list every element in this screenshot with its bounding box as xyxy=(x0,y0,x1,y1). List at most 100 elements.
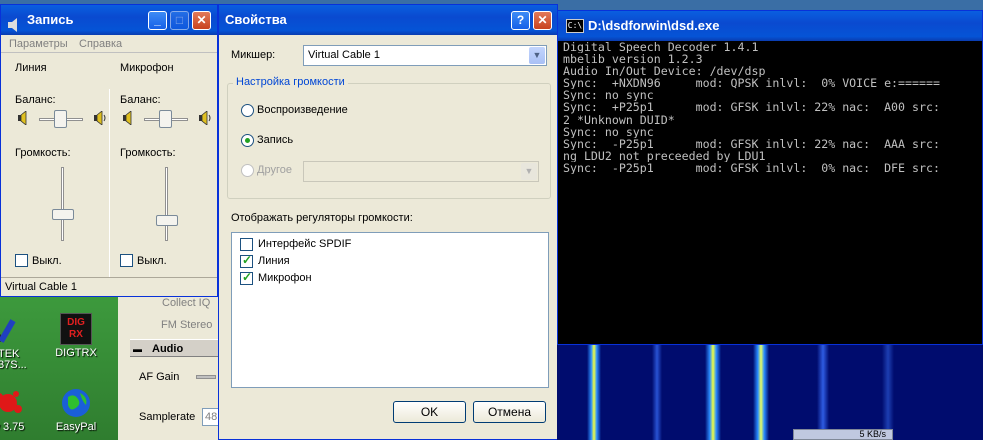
desktop-icon-label: DIGTRX xyxy=(55,347,97,359)
terminal-line: Sync: no sync xyxy=(563,125,654,138)
checkbox-spdif[interactable] xyxy=(240,238,253,251)
mixer-select-value: Virtual Cable 1 xyxy=(308,49,380,61)
signal-trace xyxy=(817,345,829,440)
volume-label: Громкость: xyxy=(120,147,176,159)
properties-title: Свойства xyxy=(225,12,287,27)
digtrx-icon: DIG RX xyxy=(60,313,92,345)
radio-playback[interactable] xyxy=(241,104,254,117)
speaker-left-icon xyxy=(122,110,134,128)
volume-slider-track xyxy=(165,167,168,241)
speaker-right-icon xyxy=(198,110,212,128)
mute-label: Выкл. xyxy=(137,255,167,267)
volume-group-title: Настройка громкости xyxy=(233,76,348,88)
tool-icon xyxy=(0,315,18,347)
volume-slider-track xyxy=(61,167,64,241)
waterfall-display: 5 KB/s xyxy=(557,345,983,440)
checkbox-microphone[interactable] xyxy=(240,270,253,285)
radio-other-label: Другое xyxy=(257,164,292,176)
af-gain-slider[interactable] xyxy=(196,375,216,379)
terminal-line: mbelib version 1.2.3 xyxy=(563,53,703,66)
desktop-icon-label: w 3.75 xyxy=(0,421,25,433)
signal-trace xyxy=(705,345,721,440)
signal-trace xyxy=(753,345,769,440)
globe-icon xyxy=(60,387,92,419)
checkbox-line[interactable] xyxy=(240,253,253,268)
volume-label: Громкость: xyxy=(15,147,71,159)
speaker-right-icon xyxy=(93,110,107,128)
speaker-app-icon xyxy=(7,13,21,32)
desktop-icon-w375[interactable]: w 3.75 xyxy=(0,387,38,433)
terminal-line: Sync: no sync xyxy=(563,89,654,102)
chevron-down-icon: ▼ xyxy=(521,163,537,180)
radio-record-label: Запись xyxy=(257,134,294,146)
audio-section-header[interactable]: ▬ Audio xyxy=(130,339,220,357)
desktop-icon-digtrx[interactable]: DIG RX DIGTRX xyxy=(46,313,106,359)
menu-parameters[interactable]: Параметры xyxy=(9,38,68,50)
sdr-settings-panel: Collect IQ FM Stereo ▬ Audio AF Gain Sam… xyxy=(118,295,220,440)
record-window-title: Запись xyxy=(27,12,74,27)
terminal-line: Sync: +P25p1 mod: GFSK inlvl: 22% nac: A… xyxy=(563,101,940,114)
collapse-icon: ▬ xyxy=(133,344,142,354)
mixer-select[interactable]: Virtual Cable 1 ▼ xyxy=(303,45,547,66)
terminal-line: Digital Speech Decoder 1.4.1 xyxy=(563,41,759,54)
balance-slider-thumb[interactable] xyxy=(54,110,67,128)
cancel-button[interactable]: Отмена xyxy=(473,401,546,423)
list-item-label: Интерфейс SPDIF xyxy=(258,238,352,250)
desktop: TEK 37S... DIG RX DIGTRX w 3.75 EasyPal xyxy=(0,295,120,440)
radio-playback-label: Воспроизведение xyxy=(257,104,348,116)
terminal-line: Sync: +NXDN96 mod: QPSK inlvl: 0% VOICE … xyxy=(563,77,940,90)
terminal-line: ng LDU2 not preceeded by LDU1 xyxy=(563,149,766,162)
list-item-label: Микрофон xyxy=(258,272,312,284)
balance-slider-thumb[interactable] xyxy=(159,110,172,128)
radio-other xyxy=(241,164,254,177)
mixer-label: Микшер: xyxy=(231,49,276,61)
terminal-line: Audio In/Out Device: /dev/dsp xyxy=(563,65,766,78)
balance-label: Баланс: xyxy=(120,94,161,106)
speaker-left-icon xyxy=(17,110,29,128)
properties-dialog: Свойства ? ✕ Микшер: Virtual Cable 1 ▼ Н… xyxy=(218,4,558,440)
menu-bar: Параметры Справка xyxy=(1,35,217,53)
af-gain-label: AF Gain xyxy=(139,371,180,383)
terminal-titlebar[interactable]: C:\ D:\dsdforwin\dsd.exe xyxy=(558,11,982,41)
ok-button[interactable]: OK xyxy=(393,401,466,423)
chevron-down-icon[interactable]: ▼ xyxy=(529,47,545,64)
audio-section-title: Audio xyxy=(152,343,184,355)
close-button[interactable]: ✕ xyxy=(192,11,211,30)
terminal-line: Sync: -P25p1 mod: GFSK inlvl: 22% nac: A… xyxy=(563,137,940,150)
mute-checkbox[interactable] xyxy=(120,254,133,267)
terminal-window: C:\ D:\dsdforwin\dsd.exe Digital Speech … xyxy=(557,10,983,345)
show-controls-label: Отображать регуляторы громкости: xyxy=(231,212,413,224)
samplerate-label: Samplerate xyxy=(139,411,196,423)
terminal-title: D:\dsdforwin\dsd.exe xyxy=(588,18,720,33)
channel-name: Линия xyxy=(15,62,47,74)
minimize-button[interactable]: _ xyxy=(148,11,167,30)
fm-stereo-label[interactable]: FM Stereo xyxy=(161,319,212,331)
rate-label: 5 KB/s xyxy=(859,429,886,439)
radio-record[interactable] xyxy=(241,134,254,147)
menu-help[interactable]: Справка xyxy=(79,38,122,50)
signal-trace xyxy=(652,345,662,440)
controls-list: Интерфейс SPDIF Линия Микрофон xyxy=(231,232,549,388)
record-mixer-window: Запись _ □ ✕ Параметры Справка Линия Бал… xyxy=(0,4,218,297)
properties-titlebar[interactable]: Свойства ? ✕ xyxy=(219,5,557,35)
desktop-icon-label: TEK 37S... xyxy=(0,348,27,371)
mute-label: Выкл. xyxy=(32,255,62,267)
desktop-icon-label: EasyPal xyxy=(55,421,97,433)
signal-trace xyxy=(882,345,894,440)
terminal-output: Digital Speech Decoder 1.4.1 mbelib vers… xyxy=(558,41,982,174)
close-button[interactable]: ✕ xyxy=(533,11,552,30)
mute-checkbox[interactable] xyxy=(15,254,28,267)
terminal-line: Sync: -P25p1 mod: GFSK inlvl: 0% nac: DF… xyxy=(563,161,940,175)
volume-slider-thumb[interactable] xyxy=(156,215,178,226)
record-window-titlebar[interactable]: Запись _ □ ✕ xyxy=(1,5,217,35)
signal-trace xyxy=(587,345,601,440)
splat-icon xyxy=(0,387,24,419)
collect-iq-label[interactable]: Collect IQ xyxy=(162,297,210,309)
desktop-icon-easypal[interactable]: EasyPal xyxy=(46,387,106,433)
channel-name: Микрофон xyxy=(120,62,174,74)
volume-slider-thumb[interactable] xyxy=(52,209,74,220)
desktop-icon-tek[interactable]: TEK 37S... xyxy=(0,315,32,371)
list-item-label: Линия xyxy=(258,255,290,267)
status-bar: Virtual Cable 1 xyxy=(1,277,217,296)
help-button[interactable]: ? xyxy=(511,11,530,30)
